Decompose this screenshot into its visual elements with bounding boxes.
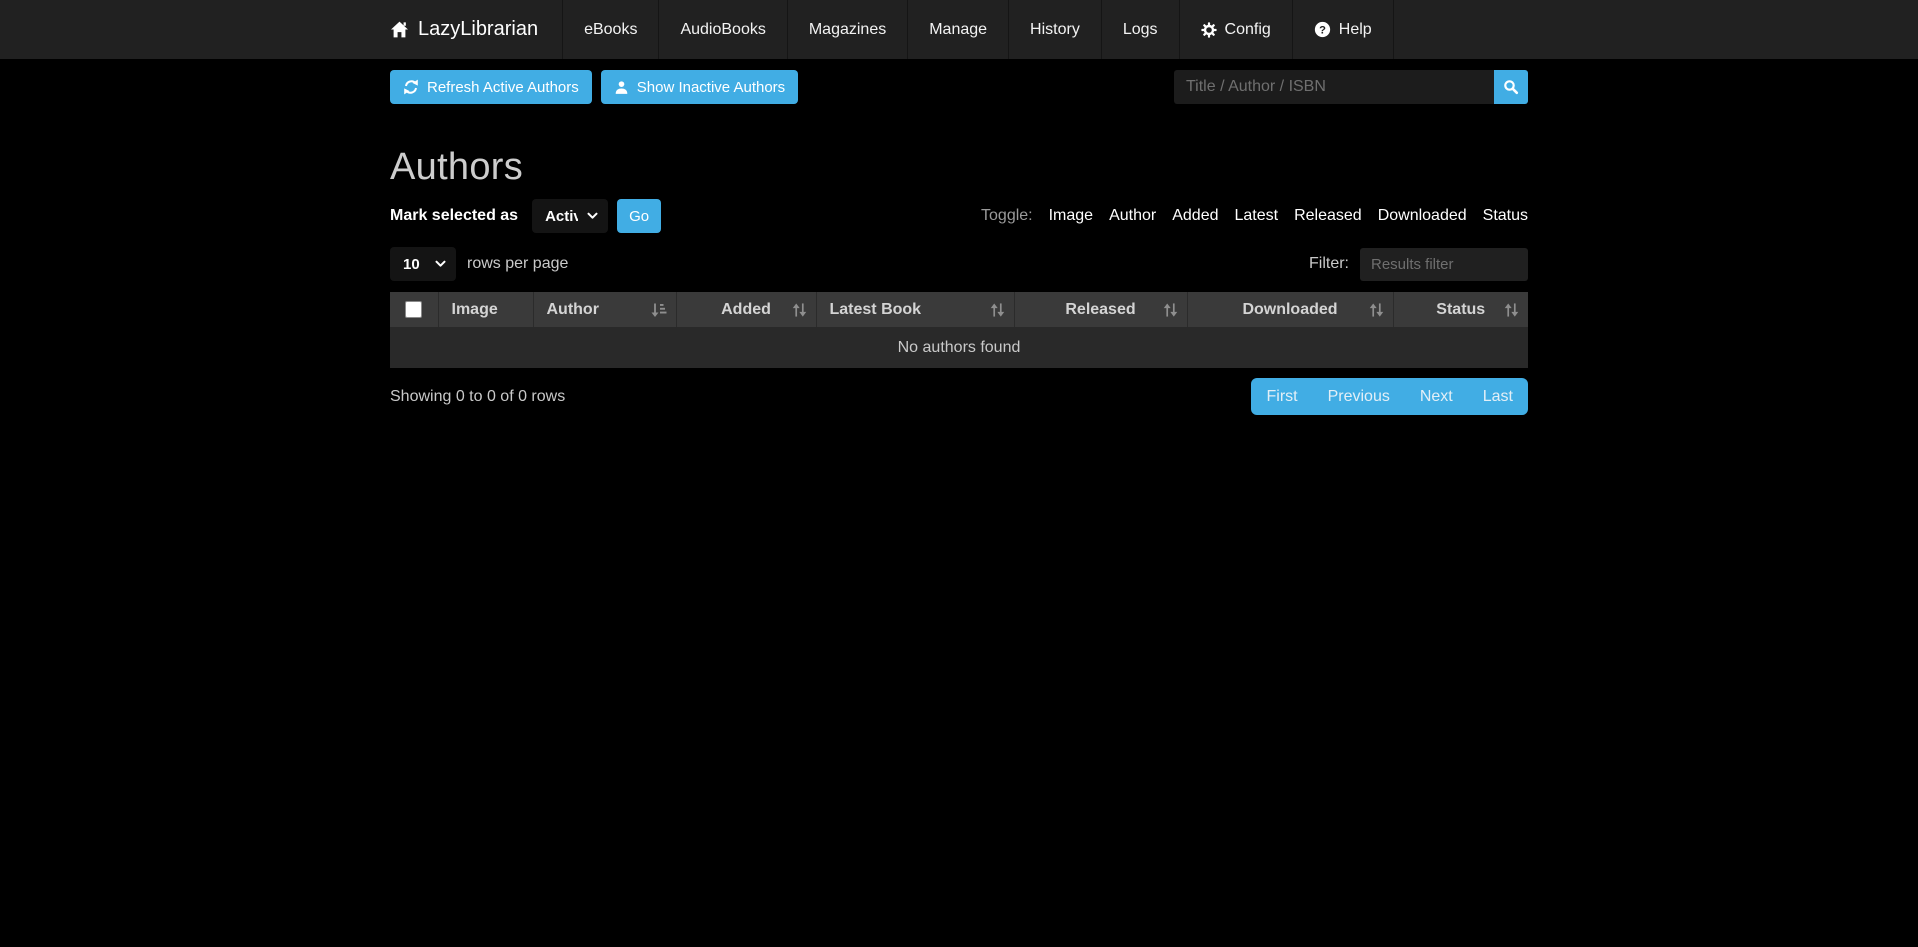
select-all-checkbox[interactable] (405, 301, 422, 318)
nav-item-label: History (1030, 21, 1080, 39)
pagination-previous[interactable]: Previous (1313, 378, 1405, 415)
nav-item-manage[interactable]: Manage (907, 0, 1008, 59)
pagination-first[interactable]: First (1251, 378, 1312, 415)
mark-select-wrap: Active (532, 199, 608, 233)
col-header-label: Latest Book (830, 301, 922, 318)
refresh-icon (403, 79, 419, 95)
search-button[interactable] (1494, 70, 1528, 104)
brand-label: LazyLibrarian (418, 18, 538, 41)
home-icon (390, 21, 409, 38)
mark-selected-label: Mark selected as (390, 207, 518, 225)
help-icon: ? (1314, 21, 1331, 38)
toggle-group: Toggle: Image Author Added Latest Releas… (981, 207, 1528, 225)
pagination: First Previous Next Last (1251, 378, 1528, 415)
sort-asc-icon (651, 302, 667, 318)
col-header-label: Downloaded (1242, 301, 1337, 318)
nav-item-label: AudioBooks (680, 21, 765, 39)
sort-icon (1369, 302, 1384, 317)
mark-select[interactable]: Active (532, 199, 608, 233)
col-header-label: Added (721, 301, 771, 318)
sort-icon (1163, 302, 1178, 317)
show-inactive-authors-button[interactable]: Show Inactive Authors (601, 70, 798, 104)
nav-item-config[interactable]: Config (1179, 0, 1292, 59)
toggle-downloaded[interactable]: Downloaded (1378, 207, 1467, 225)
col-header-released[interactable]: Released (1014, 292, 1187, 327)
col-header-label: Status (1436, 301, 1485, 318)
filter-label: Filter: (1309, 255, 1349, 273)
toggle-label: Toggle: (981, 207, 1033, 225)
nav-item-help[interactable]: ? Help (1292, 0, 1394, 59)
nav-item-audiobooks[interactable]: AudioBooks (658, 0, 786, 59)
nav-item-ebooks[interactable]: eBooks (562, 0, 658, 59)
col-header-label: Released (1065, 301, 1135, 318)
results-filter-input[interactable] (1360, 248, 1528, 281)
col-header-added[interactable]: Added (676, 292, 816, 327)
empty-row: No authors found (390, 327, 1528, 368)
sort-icon (1504, 302, 1519, 317)
refresh-active-authors-button[interactable]: Refresh Active Authors (390, 70, 592, 104)
search-icon (1503, 79, 1520, 96)
toggle-image[interactable]: Image (1049, 207, 1093, 225)
brand[interactable]: LazyLibrarian (390, 0, 562, 59)
col-header-downloaded[interactable]: Downloaded (1187, 292, 1393, 327)
col-header-label: Image (452, 301, 498, 318)
filter-group: Filter: (1309, 248, 1528, 281)
refresh-button-label: Refresh Active Authors (427, 79, 579, 96)
toggle-released[interactable]: Released (1294, 207, 1362, 225)
nav-item-logs[interactable]: Logs (1101, 0, 1179, 59)
showing-rows-text: Showing 0 to 0 of 0 rows (390, 388, 565, 406)
go-button[interactable]: Go (617, 199, 661, 233)
empty-message: No authors found (390, 327, 1528, 368)
navbar: LazyLibrarian eBooks AudioBooks Magazine… (0, 0, 1918, 59)
nav-item-label: Logs (1123, 21, 1158, 39)
user-icon (614, 80, 629, 95)
col-header-author[interactable]: Author (533, 292, 676, 327)
col-header-latest-book[interactable]: Latest Book (816, 292, 1014, 327)
page-title: Authors (390, 146, 1528, 189)
toggle-added[interactable]: Added (1172, 207, 1218, 225)
col-header-image: Image (438, 292, 533, 327)
pagination-last[interactable]: Last (1468, 378, 1528, 415)
rows-per-page-wrap: 10 (390, 247, 456, 281)
rows-per-page-select[interactable]: 10 (390, 247, 456, 281)
inactive-button-label: Show Inactive Authors (637, 79, 785, 96)
col-header-status[interactable]: Status (1393, 292, 1528, 327)
toggle-latest[interactable]: Latest (1234, 207, 1278, 225)
sort-icon (792, 302, 807, 317)
col-header-label: Author (547, 301, 599, 318)
nav-item-magazines[interactable]: Magazines (787, 0, 907, 59)
nav-item-label: Config (1225, 21, 1271, 39)
toolbar: Refresh Active Authors Show Inactive Aut… (390, 70, 1528, 104)
authors-table: Image Author Added (390, 292, 1528, 368)
pagination-next[interactable]: Next (1405, 378, 1468, 415)
toggle-status[interactable]: Status (1483, 207, 1528, 225)
nav-item-label: Magazines (809, 21, 886, 39)
svg-text:?: ? (1319, 24, 1326, 36)
sort-icon (990, 302, 1005, 317)
nav-item-history[interactable]: History (1008, 0, 1101, 59)
toggle-author[interactable]: Author (1109, 207, 1156, 225)
table-header-row: Image Author Added (390, 292, 1528, 327)
nav-item-label: Help (1339, 21, 1372, 39)
select-all-header (390, 292, 438, 327)
rows-per-page-label: rows per page (467, 255, 568, 273)
nav-item-label: eBooks (584, 21, 637, 39)
gear-icon (1201, 22, 1217, 38)
search-group (1174, 70, 1528, 104)
search-input[interactable] (1174, 70, 1494, 104)
nav-item-label: Manage (929, 21, 987, 39)
